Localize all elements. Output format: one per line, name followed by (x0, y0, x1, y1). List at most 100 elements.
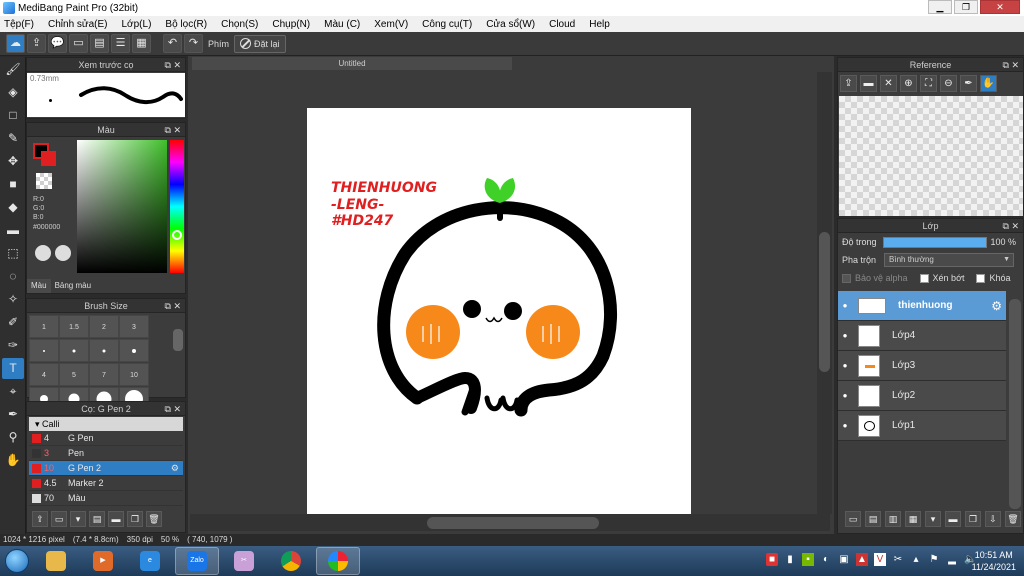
panel-controls-icon[interactable]: ⧉ ✕ (165, 58, 181, 72)
open-folder-icon[interactable]: ▬ (860, 75, 877, 92)
duplicate-icon[interactable]: ❐ (965, 511, 981, 527)
menu-filter[interactable]: Bộ lọc(R) (165, 19, 207, 30)
close-button[interactable]: ✕ (980, 0, 1020, 14)
brush-list-item[interactable]: 3 Pen (29, 446, 183, 461)
brush-size-3-dot[interactable] (119, 339, 149, 362)
brush-settings-icon[interactable]: ▤ (89, 511, 105, 527)
taskbar-media[interactable]: ▶ (81, 547, 125, 575)
menu-help[interactable]: Help (589, 19, 610, 30)
tray-icon[interactable]: ◐ (820, 553, 832, 566)
menu-file[interactable]: Tệp(F) (4, 19, 34, 30)
eraser-tool-icon[interactable]: ◈ (2, 82, 24, 103)
dropper-tool-icon[interactable]: ✒ (2, 404, 24, 425)
menu-view[interactable]: Xem(V) (374, 19, 408, 30)
flag-icon[interactable]: ⚑ (928, 553, 940, 566)
brush-size-scrollbar[interactable] (173, 329, 183, 351)
menu-snap[interactable]: Chụp(N) (272, 19, 310, 30)
document-icon[interactable]: ▤ (90, 34, 109, 53)
layer-row[interactable]: ● Lớp2 (838, 381, 1006, 411)
brush-size-2-dot[interactable] (89, 339, 119, 362)
layer-row[interactable]: ● Lớp3 (838, 351, 1006, 381)
zoom-out-icon[interactable]: ⊖ (940, 75, 957, 92)
undo-icon[interactable]: ↶ (163, 34, 182, 53)
brush-list-item-selected[interactable]: 10 G Pen 2 ⚙ (29, 461, 183, 476)
tray-network-icon[interactable]: ▮ (784, 553, 796, 566)
brush-size-7[interactable]: 7 (89, 363, 119, 386)
scroll-thumb[interactable] (819, 232, 830, 372)
layer-row[interactable]: ● Lớp1 (838, 411, 1006, 441)
brush-size-4[interactable]: 4 (29, 363, 59, 386)
eyedropper-icon[interactable]: ✒ (960, 75, 977, 92)
select-pen-tool-icon[interactable]: ✐ (2, 312, 24, 333)
new-brush-icon[interactable]: ▭ (51, 511, 67, 527)
new-8bit-layer-icon[interactable]: ▥ (885, 511, 901, 527)
palette-icon[interactable] (35, 245, 51, 261)
menu-select[interactable]: Chọn(S) (221, 19, 258, 30)
brush-tool-icon[interactable]: 🖌 (2, 59, 24, 80)
menu-tools[interactable]: Công cụ(T) (422, 19, 472, 30)
protect-alpha-checkbox[interactable] (842, 273, 851, 283)
blend-mode-select[interactable]: Bình thường (884, 253, 1015, 267)
menu-color[interactable]: Màu (C) (324, 19, 360, 30)
layer-menu-icon[interactable]: ▾ (925, 511, 941, 527)
opacity-slider[interactable] (882, 236, 987, 248)
brush-list-item[interactable]: 4 G Pen (29, 431, 183, 446)
taskbar-medibang[interactable] (316, 547, 360, 575)
panel-controls-icon[interactable]: ⧉ ✕ (165, 402, 181, 416)
gear-icon[interactable]: ⚙ (991, 299, 1002, 313)
folder-icon[interactable]: ▬ (108, 511, 124, 527)
select-eraser-tool-icon[interactable]: ✑ (2, 335, 24, 356)
visibility-icon[interactable]: ● (838, 301, 852, 310)
gradient-tool-icon[interactable]: ▬ (2, 220, 24, 241)
operation-tool-icon[interactable]: ⌖ (2, 381, 24, 402)
gear-icon[interactable]: ⚙ (171, 463, 179, 474)
start-button[interactable] (0, 546, 34, 576)
palette-add-icon[interactable] (55, 245, 71, 261)
brush-menu-icon[interactable]: ▾ (70, 511, 86, 527)
maximize-button[interactable]: ❐ (954, 0, 978, 14)
reference-image-area[interactable] (839, 96, 1023, 216)
new-layer-copy-icon[interactable]: ▤ (865, 511, 881, 527)
menu-edit[interactable]: Chỉnh sửa(E) (48, 19, 108, 30)
close-icon[interactable]: ✕ (880, 75, 897, 92)
dot-tool-icon[interactable]: □ (2, 105, 24, 126)
page-icon[interactable]: ▭ (69, 34, 88, 53)
tab-palette[interactable]: Bảng màu (51, 279, 95, 293)
text-tool-icon[interactable]: T (2, 358, 24, 379)
minimize-button[interactable]: ▁ (928, 0, 952, 14)
hand-icon[interactable]: ✋ (980, 75, 997, 92)
move-tool-icon[interactable]: ✥ (2, 151, 24, 172)
panel-controls-icon[interactable]: ⧉ ✕ (1003, 219, 1019, 233)
brush-size-1-dot[interactable] (29, 339, 59, 362)
brush-size-1-5[interactable]: 1.5 (59, 315, 89, 338)
taskbar-chrome[interactable] (269, 547, 313, 575)
fill-shape-tool-icon[interactable]: ■ (2, 174, 24, 195)
tray-up-arrow-icon[interactable]: ▴ (910, 553, 922, 566)
hue-slider[interactable] (170, 140, 184, 273)
copy-icon[interactable]: ❐ (127, 511, 143, 527)
lasso-tool-icon[interactable]: ◌ (2, 266, 24, 287)
reset-button[interactable]: Đặt lại (234, 34, 286, 53)
brush-group-header[interactable]: ▾ Calli (29, 417, 183, 431)
bucket-tool-icon[interactable]: ◆ (2, 197, 24, 218)
taskbar-clock[interactable]: 10:51 AM 11/24/2021 (972, 549, 1016, 573)
visibility-icon[interactable]: ● (838, 331, 852, 340)
vietnamese-input-icon[interactable]: V (874, 553, 886, 566)
eyedropper-tool-icon[interactable]: ⚲ (2, 427, 24, 448)
network-icon[interactable]: ▂ (946, 553, 958, 566)
drawing-canvas[interactable]: THIENHUONG -LENG- #HD247 (307, 108, 691, 515)
brush-size-3[interactable]: 3 (119, 315, 149, 338)
zoom-in-icon[interactable]: ⊕ (900, 75, 917, 92)
fit-icon[interactable]: ⛶ (920, 75, 937, 92)
tray-app-icon[interactable]: ■ (766, 553, 778, 566)
menu-layer[interactable]: Lớp(L) (122, 19, 152, 30)
new-layer-icon[interactable]: ▭ (845, 511, 861, 527)
hand-tool-icon[interactable]: ✋ (2, 450, 24, 471)
select-tool-icon[interactable]: ⬚ (2, 243, 24, 264)
saturation-value-picker[interactable] (77, 140, 167, 273)
lock-checkbox[interactable] (976, 273, 986, 283)
trash-icon[interactable]: 🗑 (146, 511, 162, 527)
cloud-icon[interactable]: ☁ (6, 34, 25, 53)
brush-size-2[interactable]: 2 (89, 315, 119, 338)
panel-controls-icon[interactable]: ⧉ ✕ (165, 299, 181, 313)
